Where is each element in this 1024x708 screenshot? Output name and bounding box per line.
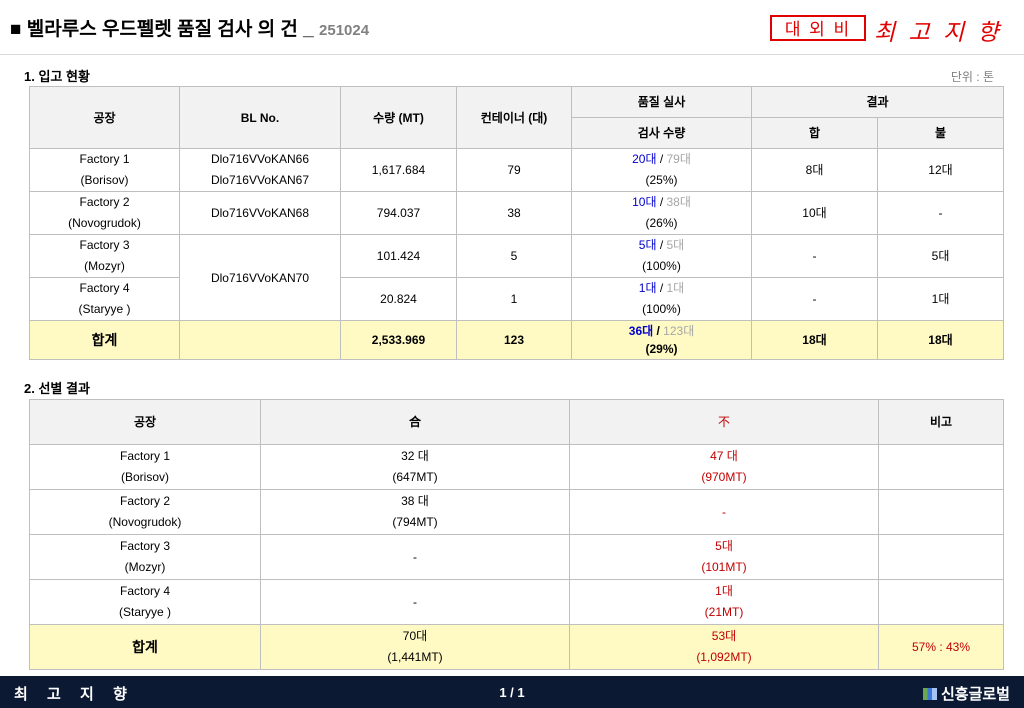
- factory-cell: Factory 2 (Novogrudok): [29, 489, 261, 535]
- header-fail: 不: [569, 399, 879, 445]
- inspection-cell: 20대 / 79대 (25%): [571, 148, 752, 192]
- total-label: 합계: [29, 320, 180, 360]
- pass-cell: -: [751, 234, 878, 278]
- fail-cell: -: [877, 191, 1004, 235]
- remark-cell: [878, 534, 1004, 580]
- fail-cell: 5대 (101MT): [569, 534, 879, 580]
- qty-cell: 794.037: [340, 191, 457, 235]
- factory-cell: Factory 4 (Staryye ): [29, 277, 180, 321]
- page-title: ■ 벨라루스 우드펠렛 품질 검사 의 건 _ 251024: [10, 14, 369, 41]
- header-factory: 공장: [29, 399, 261, 445]
- total-fail: 53대 (1,092MT): [569, 624, 879, 670]
- inspection-cell: 10대 / 38대 (26%): [571, 191, 752, 235]
- title-text: 벨라루스 우드펠렛 품질 검사 의 건 _: [26, 19, 314, 40]
- table-row: Factory 4 (Staryye ) - 1대 (21MT): [29, 579, 1004, 625]
- pass-cell: 32 대 (647MT): [260, 444, 570, 490]
- header-qty: 수량 (MT): [340, 86, 457, 149]
- table-row: Factory 2 (Novogrudok) Dlo716VVoKAN68 794…: [29, 191, 1004, 235]
- bl-cell: Dlo716VVoKAN68: [179, 191, 341, 235]
- header-fail: 불: [877, 117, 1004, 149]
- remark-cell: [878, 489, 1004, 535]
- qty-cell: 101.424: [340, 234, 457, 278]
- header-remark: 비고: [878, 399, 1004, 445]
- table-row: Factory 1 (Borisov) Dlo716VVoKAN66 Dlo716V…: [29, 148, 1004, 192]
- fail-cell: 1대 (21MT): [569, 579, 879, 625]
- bl-cell: Dlo716VVoKAN66 Dlo716VVoKAN67: [179, 148, 341, 192]
- container-cell: 5: [456, 234, 572, 278]
- fail-cell: 12대: [877, 148, 1004, 192]
- total-pass: 70대 (1,441MT): [260, 624, 570, 670]
- slogan: 최 고 지 향: [874, 20, 1002, 46]
- total-fail: 18대: [877, 320, 1004, 360]
- remark-cell: [878, 444, 1004, 490]
- total-inspection: 36대 / 123대 (29%): [571, 320, 752, 360]
- title-bar: ■ 벨라루스 우드펠렛 품질 검사 의 건 _ 251024 대 외 비 최 고…: [0, 0, 1024, 55]
- table-row: Factory 2 (Novogrudok) 38 대 (794MT) -: [29, 489, 1004, 535]
- header-bl: BL No.: [179, 86, 341, 149]
- footer-bar: 최 고 지 향 1 / 1 신흥글로벌: [0, 676, 1024, 708]
- factory-cell: Factory 4 (Staryye ): [29, 579, 261, 625]
- page-number: 1 / 1: [499, 685, 525, 700]
- title-bullet: ■: [10, 19, 22, 40]
- section1-title: 1. 입고 현황: [24, 69, 90, 84]
- sorting-result-table: 공장 合 不 비고 Factory 1 (Borisov) 32 대 (647MT)…: [29, 399, 1004, 670]
- inspection-cell: 5대 / 5대 (100%): [571, 234, 752, 278]
- total-bl-cell: [179, 320, 341, 360]
- pass-cell: 8대: [751, 148, 878, 192]
- table-row: Factory 1 (Borisov) 32 대 (647MT) 47 대 (970M…: [29, 444, 1004, 490]
- table-row: Factory 3 (Mozyr) Dlo716VVoKAN70 101.424 …: [29, 234, 1004, 321]
- pass-cell: -: [260, 534, 570, 580]
- table-row: Factory 4 (Staryye ) 20.824 1 1대 / 1대 (100…: [29, 277, 1004, 321]
- pass-cell: -: [751, 277, 878, 321]
- factory-cell: Factory 2 (Novogrudok): [29, 191, 180, 235]
- inspection-cell: 1대 / 1대 (100%): [571, 277, 752, 321]
- confidential-stamp: 대 외 비: [770, 15, 866, 41]
- container-cell: 38: [456, 191, 572, 235]
- qty-cell: 20.824: [340, 277, 457, 321]
- total-qty: 2,533.969: [340, 320, 457, 360]
- header-inspection-qty: 검사 수량: [571, 117, 752, 149]
- receipt-table: 공장 BL No. 수량 (MT) 컨테이너 (대) 품질 실사 결과 검사 수…: [29, 86, 1004, 360]
- factory-cell: Factory 1 (Borisov): [29, 444, 261, 490]
- company-logo-icon: [922, 688, 937, 700]
- fail-cell: 5대: [877, 234, 1004, 278]
- remark-cell: [878, 579, 1004, 625]
- factory-cell: Factory 3 (Mozyr): [29, 534, 261, 580]
- pass-cell: 10대: [751, 191, 878, 235]
- total-row: 합계 2,533.969 123 36대 / 123대 (29%) 18대 18대: [29, 320, 1004, 360]
- factory-cell: Factory 3 (Mozyr): [29, 234, 180, 278]
- header-inspection: 품질 실사: [571, 86, 752, 118]
- pass-cell: -: [260, 579, 570, 625]
- header-factory: 공장: [29, 86, 180, 149]
- fail-cell: -: [569, 489, 879, 535]
- pass-cell: 38 대 (794MT): [260, 489, 570, 535]
- unit-label: 단위 : 톤: [950, 70, 994, 84]
- header-result: 결과: [751, 86, 1004, 118]
- title-date: 251024: [319, 22, 370, 39]
- container-cell: 1: [456, 277, 572, 321]
- section2-title: 2. 선별 결과: [24, 381, 90, 396]
- factory-cell: Factory 1 (Borisov): [29, 148, 180, 192]
- header-container: 컨테이너 (대): [456, 86, 572, 149]
- fail-cell: 1대: [877, 277, 1004, 321]
- total-row: 합계 70대 (1,441MT) 53대 (1,092MT) 57% : 43%: [29, 624, 1004, 670]
- qty-cell: 1,617.684: [340, 148, 457, 192]
- header-pass: 합: [751, 117, 878, 149]
- header-pass: 合: [260, 399, 570, 445]
- total-remark: 57% : 43%: [878, 624, 1004, 670]
- bl-cell: Dlo716VVoKAN70: [179, 234, 341, 321]
- total-pass: 18대: [751, 320, 878, 360]
- total-container: 123: [456, 320, 572, 360]
- container-cell: 79: [456, 148, 572, 192]
- total-label: 합계: [29, 624, 261, 670]
- table-row: Factory 3 (Mozyr) - 5대 (101MT): [29, 534, 1004, 580]
- company-name: 신흥글로벌: [940, 686, 1010, 703]
- fail-cell: 47 대 (970MT): [569, 444, 879, 490]
- company-logo: 신흥글로벌: [922, 683, 1010, 704]
